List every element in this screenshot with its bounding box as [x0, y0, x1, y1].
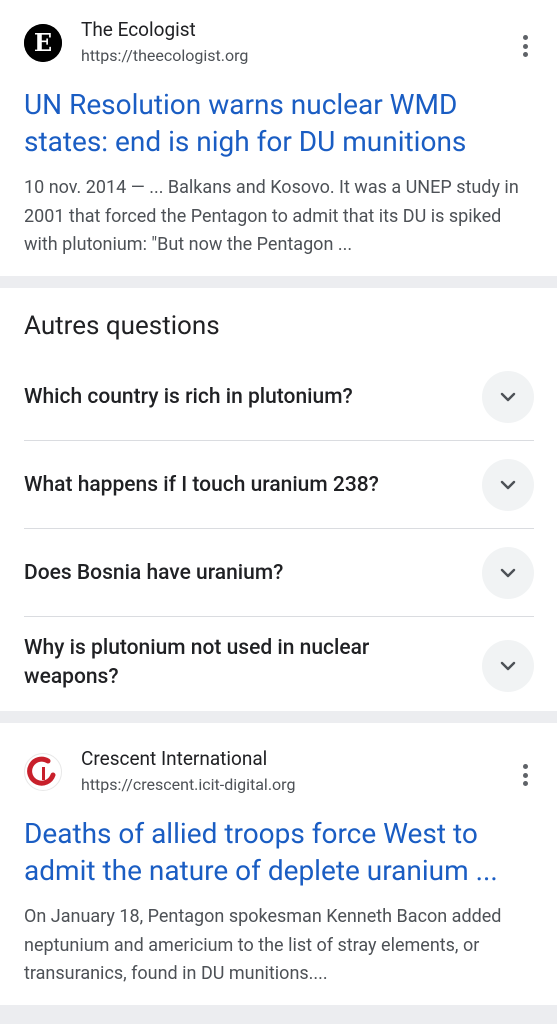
- chevron-down-icon[interactable]: [482, 371, 534, 423]
- section-separator: [0, 711, 557, 723]
- chevron-down-icon[interactable]: [482, 547, 534, 599]
- more-vert-icon[interactable]: [523, 764, 529, 786]
- paa-question-text: Why is plutonium not used in nuclear wea…: [24, 636, 370, 689]
- crescent-logo-icon: [24, 753, 62, 791]
- site-url: https://crescent.icit-digital.org: [81, 775, 296, 794]
- result-title-link[interactable]: Deaths of allied troops force West to ad…: [24, 815, 534, 889]
- site-name: The Ecologist: [81, 18, 196, 41]
- section-separator: [0, 276, 557, 288]
- paa-question-row[interactable]: Which country is rich in plutonium?: [24, 353, 534, 441]
- paa-question-text: Which country is rich in plutonium?: [24, 385, 353, 409]
- more-vert-icon[interactable]: [523, 35, 529, 57]
- result-snippet: On January 18, Pentagon spokesman Kennet…: [24, 906, 502, 984]
- paa-question-text: Does Bosnia have uranium?: [24, 561, 284, 585]
- site-url: https://theecologist.org: [81, 46, 249, 65]
- result-card-ecologist[interactable]: E The Ecologist https://theecologist.org…: [0, 0, 557, 276]
- paa-question-row[interactable]: Does Bosnia have uranium?: [24, 529, 534, 617]
- paa-question-row[interactable]: What happens if I touch uranium 238?: [24, 441, 534, 529]
- paa-heading: Autres questions: [24, 311, 220, 341]
- section-separator: [0, 1005, 557, 1024]
- result-snippet: 10 nov. 2014 — ... Balkans and Kosovo. I…: [24, 177, 519, 255]
- paa-question-text: What happens if I touch uranium 238?: [24, 473, 379, 497]
- chevron-down-icon[interactable]: [482, 640, 534, 692]
- result-title-link[interactable]: UN Resolution warns nuclear WMD states: …: [24, 86, 534, 160]
- chevron-down-icon[interactable]: [482, 459, 534, 511]
- svg-text:E: E: [34, 28, 52, 57]
- paa-question-row[interactable]: Why is plutonium not used in nuclear wea…: [24, 617, 534, 711]
- site-name: Crescent International: [81, 747, 268, 770]
- ecologist-logo-icon: E: [24, 24, 62, 62]
